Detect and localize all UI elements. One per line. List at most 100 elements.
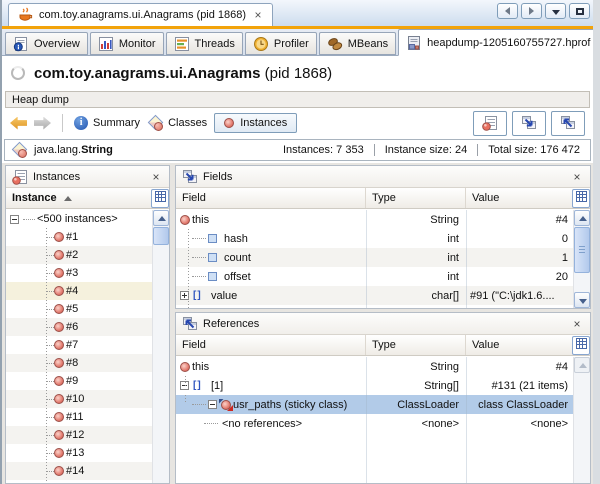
tree-connector bbox=[46, 309, 54, 310]
close-icon[interactable]: × bbox=[252, 10, 264, 20]
column-field[interactable]: Field bbox=[176, 335, 366, 355]
tree-connector bbox=[46, 381, 54, 382]
scrollbar-thumb[interactable] bbox=[574, 227, 590, 273]
maximize-icon[interactable] bbox=[569, 3, 590, 19]
instance-label: #11 bbox=[66, 411, 84, 423]
instance-item[interactable]: #13 bbox=[6, 444, 152, 462]
column-type[interactable]: Type bbox=[366, 335, 466, 355]
profiler-icon bbox=[253, 36, 269, 52]
instances-view-button[interactable] bbox=[473, 111, 507, 136]
classes-button[interactable]: Classes bbox=[147, 115, 207, 131]
table-row[interactable]: <no references><none><none> bbox=[176, 414, 573, 433]
collapse-handle[interactable] bbox=[208, 400, 217, 409]
fields-panel: Fields × Field Type Value thisString#4ha… bbox=[175, 165, 591, 309]
collapse-handle[interactable] bbox=[10, 215, 19, 224]
scroll-up-icon[interactable] bbox=[574, 210, 590, 226]
tree-root-row[interactable]: <500 instances> bbox=[6, 210, 152, 228]
table-row[interactable]: hashint0 bbox=[176, 229, 573, 248]
cell-field: <no references> bbox=[176, 418, 366, 430]
column-type[interactable]: Type bbox=[366, 188, 466, 208]
array-icon bbox=[193, 290, 206, 301]
close-icon[interactable]: × bbox=[595, 38, 600, 48]
instance-item[interactable]: #9 bbox=[6, 372, 152, 390]
cell-type: String bbox=[366, 214, 466, 226]
fields-scrollbar[interactable] bbox=[573, 210, 590, 308]
instances-button[interactable]: Instances bbox=[214, 113, 297, 133]
tree-connector bbox=[192, 257, 206, 258]
tab-overview[interactable]: Overview bbox=[5, 32, 88, 55]
summary-button[interactable]: Summary bbox=[74, 116, 140, 130]
progress-spinner-icon bbox=[11, 66, 25, 80]
scroll-down-icon[interactable] bbox=[574, 292, 590, 308]
table-row[interactable]: thisString#4 bbox=[176, 357, 573, 376]
back-arrow-icon[interactable] bbox=[10, 117, 27, 130]
instance-item[interactable]: #6 bbox=[6, 318, 152, 336]
tab-label: Profiler bbox=[274, 38, 309, 50]
instance-item[interactable]: #3 bbox=[6, 264, 152, 282]
instances-column-header[interactable]: Instance bbox=[6, 188, 169, 209]
tab-heapdump-1205160755727-hprof[interactable]: heapdump-1205160755727.hprof × bbox=[398, 29, 600, 56]
references-panel: References × Field Type Value thisString… bbox=[175, 312, 591, 484]
instance-item[interactable]: #8 bbox=[6, 354, 152, 372]
tab-monitor[interactable]: Monitor bbox=[90, 32, 164, 55]
instance-dot-icon bbox=[54, 376, 64, 386]
scrollbar-thumb[interactable] bbox=[153, 227, 169, 245]
instance-item[interactable]: #2 bbox=[6, 246, 152, 264]
references-view-button[interactable] bbox=[551, 111, 585, 136]
cell-value: 0 bbox=[466, 233, 573, 245]
table-row[interactable]: usr_paths (sticky class)ClassLoaderclass… bbox=[176, 395, 573, 414]
tree-connector bbox=[192, 238, 206, 239]
column-picker-button[interactable] bbox=[572, 189, 590, 208]
fields-view-button[interactable] bbox=[512, 111, 546, 136]
cell-value: class ClassLoader bbox=[466, 399, 573, 411]
forward-arrow-icon[interactable] bbox=[34, 117, 51, 130]
static-field-icon bbox=[221, 400, 231, 410]
table-row[interactable]: offsetint20 bbox=[176, 267, 573, 286]
tree-connector bbox=[46, 453, 54, 454]
instance-item[interactable]: #11 bbox=[6, 408, 152, 426]
instance-item[interactable]: #12 bbox=[6, 426, 152, 444]
instance-item[interactable]: #1 bbox=[6, 228, 152, 246]
instance-label: #1 bbox=[66, 231, 78, 243]
instance-item[interactable]: #14 bbox=[6, 462, 152, 480]
tab-threads[interactable]: Threads bbox=[166, 32, 243, 55]
instance-item[interactable]: #10 bbox=[6, 390, 152, 408]
instance-dot-icon bbox=[180, 215, 190, 225]
column-value[interactable]: Value bbox=[466, 335, 572, 355]
column-field[interactable]: Field bbox=[176, 188, 366, 208]
dropdown-icon[interactable] bbox=[545, 3, 566, 19]
scroll-up-icon[interactable] bbox=[574, 357, 590, 373]
close-icon[interactable]: × bbox=[570, 317, 584, 331]
instance-item[interactable]: #4 bbox=[6, 282, 152, 300]
column-value[interactable]: Value bbox=[466, 188, 572, 208]
expand-handle[interactable] bbox=[180, 291, 189, 300]
close-icon[interactable]: × bbox=[149, 170, 163, 184]
cell-value: #4 bbox=[466, 361, 573, 373]
instances-scrollbar[interactable] bbox=[152, 210, 169, 483]
tab-profiler[interactable]: Profiler bbox=[245, 32, 317, 55]
cell-value: #4 bbox=[466, 214, 573, 226]
table-row[interactable]: thisString#4 bbox=[176, 210, 573, 229]
instance-item[interactable]: #7 bbox=[6, 336, 152, 354]
scroll-up-icon[interactable] bbox=[153, 210, 169, 226]
instance-item[interactable]: #5 bbox=[6, 300, 152, 318]
collapse-handle[interactable] bbox=[180, 381, 189, 390]
table-row[interactable]: CASE_INSENSITIVE_ORDERString$CaseInse...… bbox=[176, 305, 573, 308]
instance-dot-icon bbox=[54, 232, 64, 242]
instance-item[interactable]: #15 bbox=[6, 480, 152, 483]
table-row[interactable]: countint1 bbox=[176, 248, 573, 267]
heap-dump-label: Heap dump bbox=[12, 94, 69, 106]
tab-label: heapdump-1205160755727.hprof bbox=[427, 37, 590, 49]
references-scrollbar[interactable] bbox=[573, 357, 590, 483]
window-tab-anagrams[interactable]: com.toy.anagrams.ui.Anagrams (pid 1868) … bbox=[8, 3, 273, 26]
table-row[interactable]: [1]String[]#131 (21 items) bbox=[176, 376, 573, 395]
tab-mbeans[interactable]: MBeans bbox=[319, 32, 396, 55]
table-row[interactable]: valuechar[]#91 ("C:\jdk1.6.... bbox=[176, 286, 573, 305]
scroll-left-icon[interactable] bbox=[497, 3, 518, 19]
column-picker-button[interactable] bbox=[572, 336, 590, 355]
primitive-field-icon bbox=[208, 272, 217, 281]
scroll-right-icon[interactable] bbox=[521, 3, 542, 19]
field-name: offset bbox=[224, 271, 251, 283]
close-icon[interactable]: × bbox=[570, 170, 584, 184]
column-picker-button[interactable] bbox=[151, 189, 169, 208]
